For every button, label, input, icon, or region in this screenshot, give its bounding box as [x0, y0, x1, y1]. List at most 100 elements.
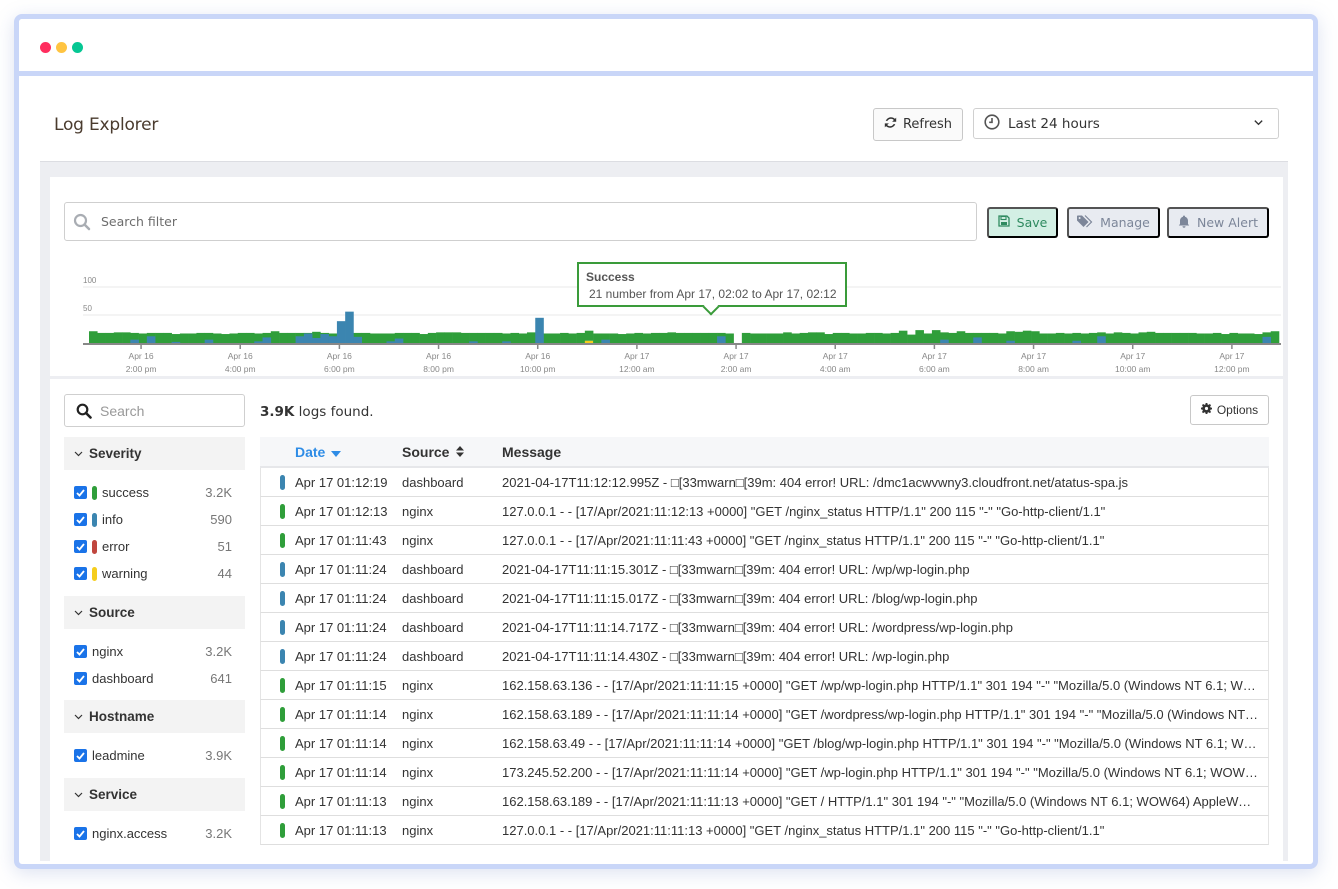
- bar-info[interactable]: [254, 341, 263, 343]
- bar-success[interactable]: [403, 332, 412, 343]
- bar-success[interactable]: [956, 331, 966, 343]
- bar-success[interactable]: [1254, 334, 1263, 343]
- bar-success[interactable]: [1055, 332, 1065, 343]
- bar-success[interactable]: [700, 332, 710, 343]
- bar-success[interactable]: [1031, 331, 1040, 343]
- bar-success[interactable]: [378, 333, 387, 343]
- bar-success[interactable]: [948, 332, 958, 343]
- bar-info[interactable]: [394, 338, 404, 343]
- manage-button[interactable]: Manage: [1067, 207, 1160, 238]
- log-row[interactable]: Apr 17 01:11:15 nginx 162.158.63.136 - - […: [260, 671, 1269, 700]
- log-row[interactable]: Apr 17 01:11:14 nginx 173.245.52.200 - - […: [260, 758, 1269, 787]
- bar-success[interactable]: [898, 330, 908, 343]
- bar-success[interactable]: [865, 332, 875, 343]
- bar-success[interactable]: [931, 330, 941, 343]
- bar-info[interactable]: [336, 321, 346, 343]
- bar-success[interactable]: [998, 333, 1007, 343]
- facet-checkbox[interactable]: [74, 513, 87, 526]
- log-row[interactable]: Apr 17 01:11:24 dashboard 2021-04-17T11:11…: [260, 584, 1269, 613]
- bar-success[interactable]: [369, 333, 379, 343]
- log-row[interactable]: Apr 17 01:11:24 dashboard 2021-04-17T11:11…: [260, 613, 1269, 642]
- bar-success[interactable]: [122, 332, 131, 343]
- bar-success[interactable]: [221, 334, 230, 343]
- facet-header[interactable]: Hostname: [64, 700, 245, 733]
- bar-info[interactable]: [1097, 336, 1106, 343]
- facet-checkbox[interactable]: [74, 567, 87, 580]
- window-minimize-button[interactable]: [56, 42, 67, 53]
- bar-info[interactable]: [1262, 336, 1272, 343]
- bar-success[interactable]: [725, 333, 734, 343]
- bar-success[interactable]: [593, 333, 602, 343]
- log-row[interactable]: Apr 17 01:11:43 nginx 127.0.0.1 - - [17/Ap…: [260, 526, 1269, 555]
- bar-success[interactable]: [543, 333, 553, 343]
- bar-success[interactable]: [419, 334, 429, 343]
- bar-success[interactable]: [1146, 331, 1156, 343]
- log-row[interactable]: Apr 17 01:11:14 nginx 162.158.63.189 - - […: [260, 700, 1269, 729]
- bar-success[interactable]: [212, 333, 222, 343]
- bar-success[interactable]: [270, 331, 280, 343]
- bar-success[interactable]: [857, 333, 867, 343]
- bar-success[interactable]: [642, 333, 652, 343]
- bar-info[interactable]: [469, 341, 478, 343]
- bar-success[interactable]: [890, 332, 900, 343]
- bar-success[interactable]: [1196, 333, 1205, 343]
- bar-success[interactable]: [1229, 332, 1238, 343]
- bar-success[interactable]: [758, 333, 767, 343]
- bar-success[interactable]: [1121, 332, 1131, 343]
- bar-info[interactable]: [940, 339, 949, 343]
- bar-success[interactable]: [155, 332, 164, 343]
- bar-info[interactable]: [146, 336, 156, 343]
- bar-success[interactable]: [452, 332, 462, 343]
- bar-warning[interactable]: [584, 340, 594, 343]
- bar-success[interactable]: [551, 333, 561, 343]
- bar-info[interactable]: [502, 341, 511, 343]
- log-row[interactable]: Apr 17 01:12:19 dashboard 2021-04-17T11:12…: [260, 468, 1269, 497]
- bar-success[interactable]: [105, 332, 115, 343]
- bar-success[interactable]: [89, 331, 98, 343]
- bar-success[interactable]: [1179, 332, 1189, 343]
- facet-header[interactable]: Severity: [64, 437, 245, 470]
- bar-success[interactable]: [882, 333, 891, 343]
- bar-success[interactable]: [427, 332, 437, 343]
- bar-success[interactable]: [650, 332, 660, 343]
- bar-success[interactable]: [634, 332, 643, 343]
- bar-success[interactable]: [246, 332, 255, 343]
- facet-checkbox[interactable]: [74, 749, 87, 762]
- facet-checkbox[interactable]: [74, 672, 87, 685]
- bar-success[interactable]: [849, 333, 858, 343]
- bar-info[interactable]: [320, 334, 329, 343]
- log-row[interactable]: Apr 17 01:11:24 dashboard 2021-04-17T11:11…: [260, 555, 1269, 584]
- window-maximize-button[interactable]: [72, 42, 83, 53]
- bar-success[interactable]: [816, 332, 825, 343]
- bar-success[interactable]: [97, 332, 106, 343]
- bar-success[interactable]: [237, 332, 247, 343]
- facet-header[interactable]: Service: [64, 778, 245, 811]
- bar-success[interactable]: [799, 332, 809, 343]
- bar-info[interactable]: [1006, 340, 1015, 343]
- bar-success[interactable]: [584, 330, 594, 341]
- bar-info[interactable]: [130, 339, 139, 343]
- facet-checkbox[interactable]: [74, 486, 87, 499]
- bar-success[interactable]: [1237, 333, 1247, 343]
- bar-success[interactable]: [411, 332, 420, 343]
- bar-success[interactable]: [444, 332, 453, 343]
- bar-info[interactable]: [295, 336, 305, 343]
- bar-success[interactable]: [741, 332, 751, 343]
- facet-header[interactable]: Source: [64, 596, 245, 629]
- bar-success[interactable]: [708, 332, 718, 343]
- bar-success[interactable]: [692, 332, 701, 343]
- bar-success[interactable]: [791, 333, 800, 343]
- bar-info[interactable]: [303, 333, 313, 343]
- bar-success[interactable]: [1105, 333, 1115, 343]
- bar-success[interactable]: [832, 332, 842, 343]
- new-alert-button[interactable]: New Alert: [1167, 207, 1269, 238]
- bar-success[interactable]: [361, 332, 371, 343]
- bar-success[interactable]: [1064, 333, 1073, 343]
- sidebar-search-input[interactable]: [100, 402, 244, 419]
- bar-success[interactable]: [477, 332, 486, 343]
- log-row[interactable]: Apr 17 01:11:13 nginx 162.158.63.189 - - […: [260, 787, 1269, 816]
- bar-success[interactable]: [989, 332, 999, 343]
- bar-success[interactable]: [113, 332, 123, 343]
- bar-success[interactable]: [626, 333, 635, 343]
- bar-info[interactable]: [312, 337, 321, 343]
